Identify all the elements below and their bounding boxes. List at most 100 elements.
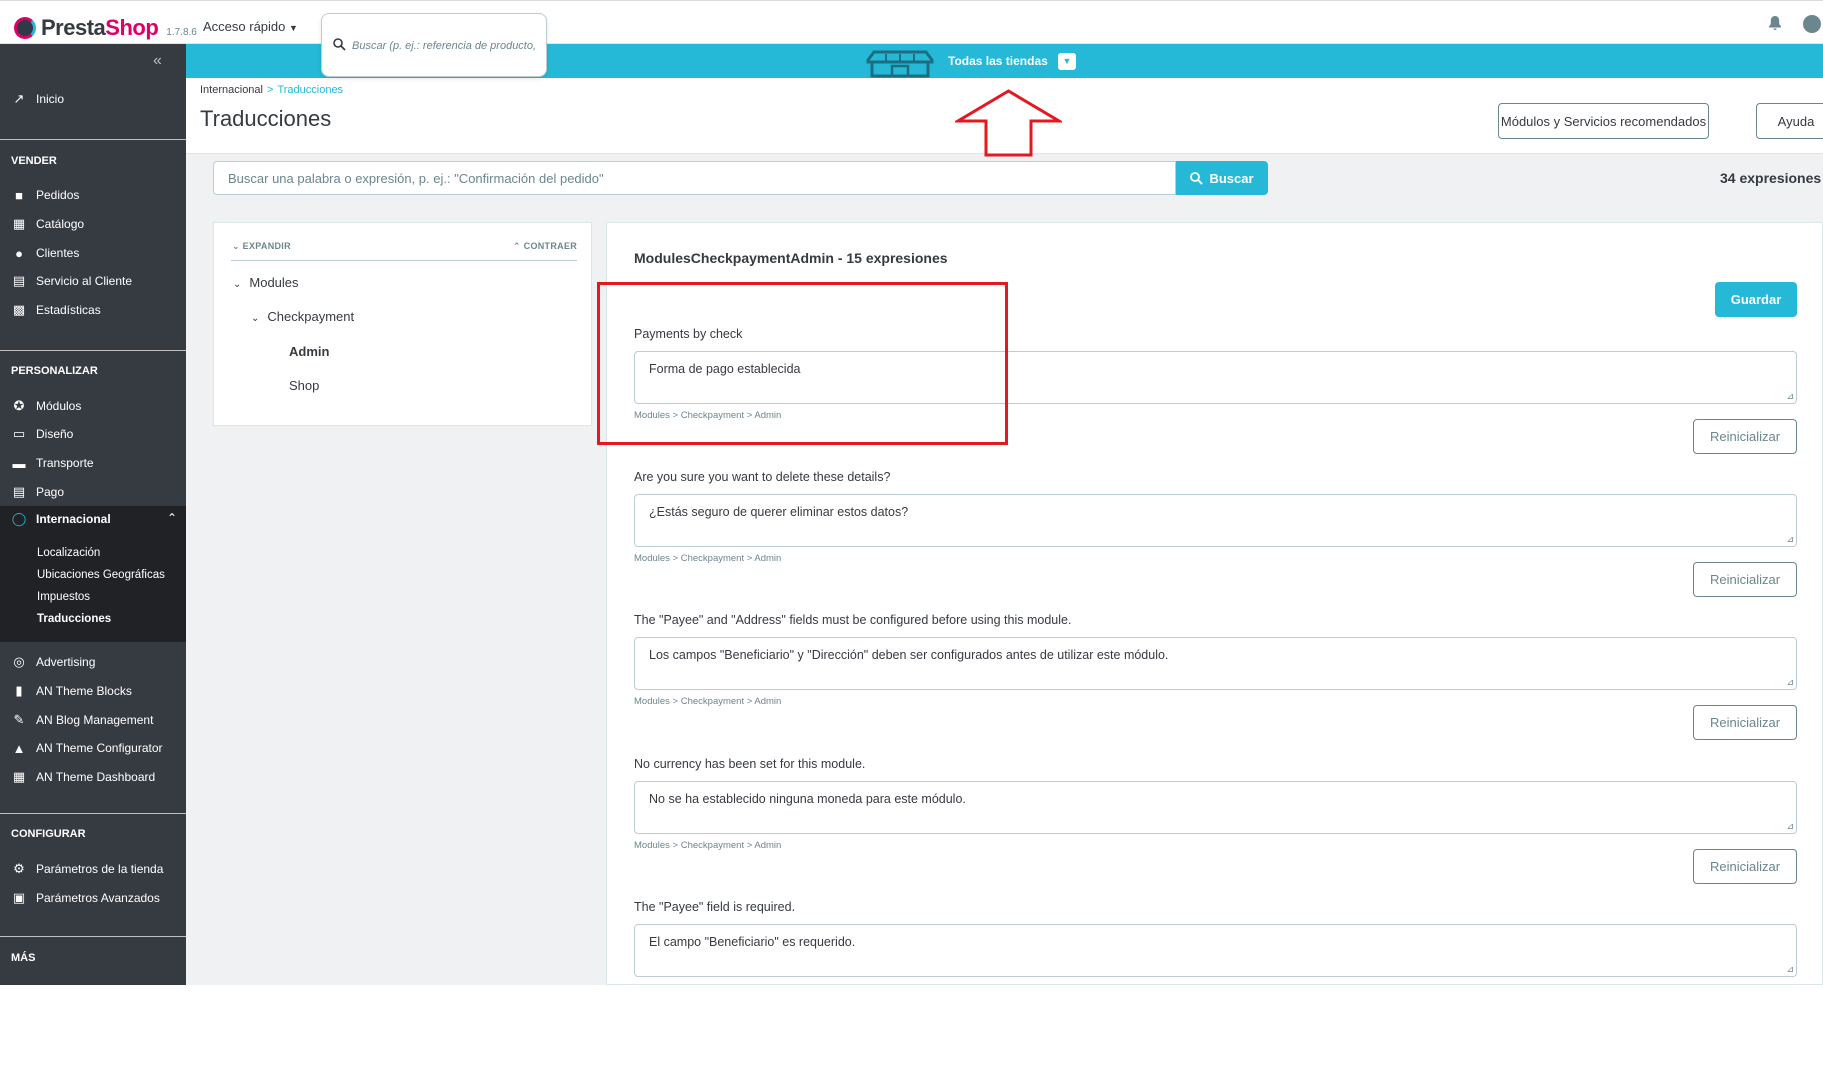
sidebar-divider [0, 350, 186, 351]
breadcrumb: Internacional > Traducciones [200, 84, 344, 96]
bell-icon[interactable] [1768, 15, 1782, 36]
save-button[interactable]: Guardar [1715, 282, 1797, 317]
sidebar-item-label: AN Theme Blocks [36, 684, 132, 698]
sidebar-item-orders[interactable]: ■ Pedidos [0, 183, 186, 207]
chevron-down-icon[interactable]: ▼ [1058, 53, 1076, 70]
quick-access-label: Acceso rápido [203, 19, 286, 34]
expand-all-button[interactable]: ⌄ EXPANDIR [232, 241, 291, 252]
reset-button[interactable]: Reinicializar [1693, 419, 1797, 454]
translation-textarea[interactable]: ¿Estás seguro de querer eliminar estos d… [634, 494, 1797, 547]
sidebar-item-label: Parámetros de la tienda [36, 862, 164, 876]
reset-button[interactable]: Reinicializar [1693, 562, 1797, 597]
collapse-all-button[interactable]: ⌃ CONTRAER [513, 241, 577, 252]
sidebar-item-label: Transporte [36, 456, 94, 470]
tree-node-shop[interactable]: Shop [289, 378, 319, 393]
resize-handle-icon[interactable]: ⊿ [1786, 677, 1794, 688]
sidebar-subitem-localization[interactable]: Localización [37, 547, 100, 559]
sidebar-item-advanced-params[interactable]: ▣ Parámetros Avanzados [0, 886, 186, 910]
sidebar-item-label: Advertising [36, 655, 96, 669]
prestashop-logo-icon [14, 17, 36, 39]
target-icon: ◎ [13, 654, 25, 669]
translation-search-input[interactable]: Buscar una palabra o expresión, p. ej.: … [213, 161, 1176, 195]
help-button[interactable]: Ayuda [1756, 103, 1823, 139]
shop-context-label[interactable]: Todas las tiendas [948, 54, 1048, 68]
sidebar-item-an-theme-dashboard[interactable]: ▦ AN Theme Dashboard [0, 765, 186, 789]
sidebar-item-home[interactable]: ↗ Inicio [0, 87, 186, 111]
collapse-sidebar-icon[interactable]: « [153, 52, 162, 70]
sidebar-item-catalog[interactable]: ▦ Catálogo [0, 212, 186, 236]
sidebar-subitem-translations[interactable]: Traducciones [37, 613, 111, 625]
store-icon [866, 50, 934, 78]
entry-source-text: No currency has been set for this module… [634, 757, 866, 771]
globe-icon: ◯ [11, 511, 27, 526]
sidebar-item-an-theme-configurator[interactable]: ▲ AN Theme Configurator [0, 736, 186, 760]
sidebar-item-design[interactable]: ▭ Diseño [0, 422, 186, 446]
sidebar-item-payment[interactable]: ▤ Pago [0, 480, 186, 504]
sidebar-item-customer-service[interactable]: ▤ Servicio al Cliente [0, 269, 186, 293]
annotation-highlight-box [597, 282, 1008, 445]
sidebar-item-label: Clientes [36, 246, 80, 260]
tree-node-admin[interactable]: Admin [289, 344, 329, 359]
tree-node-modules[interactable]: ⌄ Modules [233, 275, 299, 290]
search-icon [333, 38, 346, 54]
resize-handle-icon[interactable]: ⊿ [1786, 534, 1794, 545]
sidebar-subitem-geo-locations[interactable]: Ubicaciones Geográficas [37, 569, 165, 581]
sidebar-item-label: Pedidos [36, 188, 80, 202]
desktop-icon: ▭ [12, 426, 26, 441]
breadcrumb-parent[interactable]: Internacional [200, 84, 263, 96]
sidebar-item-shipping[interactable]: ▬ Transporte [0, 451, 186, 475]
quick-access-dropdown[interactable]: Acceso rápido ▼ [203, 19, 298, 34]
sidebar-item-label: Catálogo [36, 217, 85, 231]
expression-count: 34 expresiones [1720, 170, 1822, 186]
translation-textarea[interactable]: No se ha establecido ninguna moneda para… [634, 781, 1797, 834]
chevron-down-icon: ⌄ [232, 241, 240, 251]
sidebar-item-label: Estadísticas [36, 303, 101, 317]
logo-text-main: Presta [41, 15, 106, 40]
sidebar-section-configure: CONFIGURAR [11, 828, 86, 840]
translation-value: ¿Estás seguro de querer eliminar estos d… [649, 505, 909, 519]
trending-up-icon: ↗ [13, 91, 25, 106]
sidebar-subitem-taxes[interactable]: Impuestos [37, 591, 90, 603]
sidebar-item-label: AN Theme Dashboard [36, 770, 156, 784]
sidebar-item-label: Internacional [36, 512, 111, 526]
sidebar-section-more: MÁS [11, 952, 36, 964]
resize-handle-icon[interactable]: ⊿ [1786, 964, 1794, 975]
sidebar-item-advertising[interactable]: ◎ Advertising [0, 650, 186, 674]
translation-search-placeholder: Buscar una palabra o expresión, p. ej.: … [228, 171, 604, 186]
prestashop-logo[interactable]: PrestaShop 1.7.8.6 [14, 13, 197, 41]
bar-chart-icon: ▩ [12, 302, 26, 317]
sidebar-item-an-blog[interactable]: ✎ AN Blog Management [0, 708, 186, 732]
sidebar-item-stats[interactable]: ▩ Estadísticas [0, 298, 186, 322]
caret-down-icon: ▼ [289, 23, 298, 33]
app: PrestaShop 1.7.8.6 Acceso rápido ▼ Busca… [0, 0, 1823, 985]
pencil-icon: ✎ [13, 712, 25, 727]
reset-button[interactable]: Reinicializar [1693, 705, 1797, 740]
entry-source-text: The "Payee" and "Address" fields must be… [634, 613, 1072, 627]
sidebar-item-customers[interactable]: ● Clientes [0, 241, 186, 265]
sidebar-item-modules[interactable]: ✪ Módulos [0, 394, 186, 418]
annotation-arrow-icon [955, 89, 1062, 157]
breadcrumb-current[interactable]: Traducciones [277, 84, 343, 96]
recommended-modules-button[interactable]: Módulos y Servicios recomendados [1498, 103, 1709, 139]
sidebar-item-label: Pago [36, 485, 65, 499]
credit-card-icon: ▤ [12, 484, 26, 499]
user-avatar-icon[interactable] [1803, 15, 1821, 33]
tree-node-checkpayment[interactable]: ⌄ Checkpayment [251, 309, 354, 324]
reset-button[interactable]: Reinicializar [1693, 849, 1797, 884]
header-search-input[interactable]: Buscar (p. ej.: referencia de producto, [321, 13, 547, 77]
resize-handle-icon[interactable]: ⊿ [1786, 391, 1794, 402]
entry-source-text: Are you sure you want to delete these de… [634, 470, 891, 484]
resize-handle-icon[interactable]: ⊿ [1786, 821, 1794, 832]
search-button[interactable]: Buscar [1176, 161, 1268, 195]
sidebar-item-an-theme-blocks[interactable]: ▮ AN Theme Blocks [0, 679, 186, 703]
entry-domain-path: Modules > Checkpayment > Admin [634, 840, 782, 851]
sidebar-item-shop-params[interactable]: ⚙ Parámetros de la tienda [0, 857, 186, 881]
translation-tree-panel: ⌄ EXPANDIR ⌃ CONTRAER ⌄ Modules ⌄ Checkpay… [213, 222, 592, 426]
chevron-up-icon[interactable]: ⌃ [167, 511, 177, 525]
sidebar-divider [0, 139, 186, 140]
translation-textarea[interactable]: Los campos "Beneficiario" y "Dirección" … [634, 637, 1797, 690]
sidebar-item-international[interactable]: ◯ Internacional [0, 507, 186, 531]
chevron-up-icon: ⌃ [513, 241, 521, 251]
chevron-down-icon: ⌄ [251, 313, 260, 324]
translation-textarea[interactable]: El campo "Beneficiario" es requerido. ⊿ [634, 924, 1797, 977]
